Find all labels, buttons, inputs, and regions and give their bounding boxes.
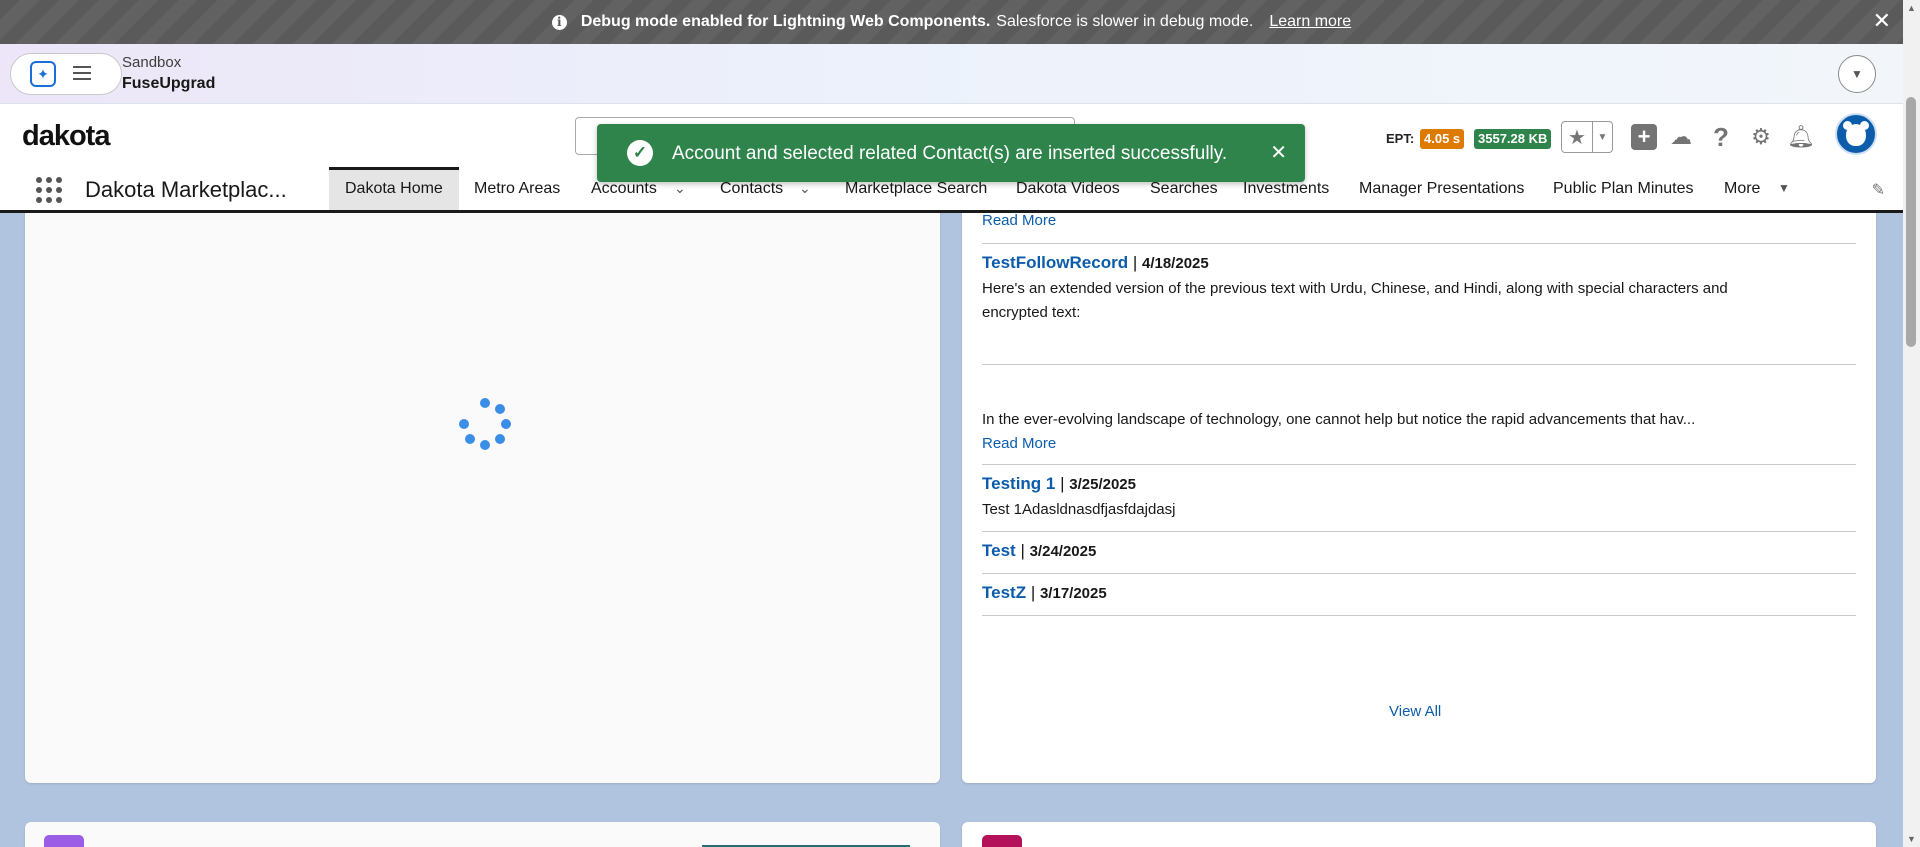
debug-banner-title: Debug mode enabled for Lightning Web Com… xyxy=(580,13,991,30)
feed-item-title: Testing 1 | 3/25/2025 xyxy=(982,474,1136,494)
feed-item-line: Here's an extended version of the previo… xyxy=(982,280,1728,297)
card-icon xyxy=(44,835,84,847)
view-all-link[interactable]: View All xyxy=(1389,703,1441,720)
feed-item-link[interactable]: TestZ xyxy=(982,583,1026,602)
feed-item-text: In the ever-evolving landscape of techno… xyxy=(982,411,1696,428)
sandbox-label: Sandbox xyxy=(122,54,182,71)
info-icon: i xyxy=(551,14,567,30)
tab-public-plan-minutes[interactable]: Public Plan Minutes xyxy=(1553,167,1694,210)
feed-item-date: 3/24/2025 xyxy=(1029,543,1097,560)
card-icon xyxy=(982,835,1022,847)
divider xyxy=(982,573,1856,574)
feed-item-title: TestFollowRecord | 4/18/2025 xyxy=(982,253,1209,273)
divider xyxy=(982,243,1856,244)
app-launcher-pill[interactable]: ✦ xyxy=(10,53,122,95)
feed-item-date: 3/25/2025 xyxy=(1069,476,1136,493)
feed-item-title: Test | 3/24/2025 xyxy=(982,541,1096,561)
pencil-icon[interactable]: ✎ xyxy=(1872,180,1885,200)
debug-banner-text: Salesforce is slower in debug mode. xyxy=(996,13,1254,30)
tab-more[interactable]: More xyxy=(1724,167,1760,210)
toast-message: Account and selected related Contact(s) … xyxy=(672,143,1228,164)
scrollbar[interactable]: ▲ ▼ xyxy=(1903,0,1920,847)
loading-spinner xyxy=(459,398,511,450)
favorites-group: ★ ▼ xyxy=(1561,121,1613,153)
bell-icon[interactable]: 🔔︎ xyxy=(1787,124,1815,150)
gear-icon[interactable]: ⚙ xyxy=(1748,124,1774,150)
chevron-down-icon[interactable]: ▼ xyxy=(1593,122,1612,152)
close-icon[interactable]: ✕ xyxy=(1270,140,1287,165)
scrollbar-thumb[interactable] xyxy=(1906,97,1916,347)
star-icon[interactable]: ★ xyxy=(1562,122,1593,152)
read-more-link[interactable]: Read More xyxy=(982,212,1056,229)
feed-item-link[interactable]: Testing 1 xyxy=(982,474,1055,493)
feed-item-link[interactable]: TestFollowRecord xyxy=(982,253,1128,272)
sandbox-name: FuseUpgrad xyxy=(122,75,216,92)
app-name: Dakota Marketplac... xyxy=(85,177,287,202)
bottom-right-card xyxy=(962,822,1876,847)
success-toast: ✓ Account and selected related Contact(s… xyxy=(597,124,1305,182)
separator: | xyxy=(1132,253,1138,272)
debug-banner: i Debug mode enabled for Lightning Web C… xyxy=(0,0,1903,44)
logo: dakota xyxy=(22,120,110,152)
feed-item-date: 3/17/2025 xyxy=(1039,585,1107,602)
feed-item-link[interactable]: Test xyxy=(982,541,1016,560)
bottom-left-card xyxy=(25,822,940,847)
sandbox-bar: ✦ Sandbox FuseUpgrad ▼ xyxy=(0,44,1903,104)
separator: | xyxy=(1020,541,1025,560)
left-panel xyxy=(25,200,940,783)
ept-time-badge: 4.05 s xyxy=(1420,129,1465,149)
feed-item-line: encrypted text: xyxy=(982,304,1081,321)
avatar[interactable] xyxy=(1835,113,1877,155)
app-launcher-icon[interactable] xyxy=(36,177,62,203)
feed-item-title: TestZ | 3/17/2025 xyxy=(982,583,1107,603)
chevron-down-icon[interactable]: ▼ xyxy=(1838,55,1876,93)
separator: | xyxy=(1060,474,1065,493)
read-more-link[interactable]: Read More xyxy=(982,435,1056,452)
trailhead-icon[interactable]: ☁ xyxy=(1668,124,1694,150)
feed-item-text: Here's an extended version of the previo… xyxy=(982,277,1862,325)
menu-icon[interactable] xyxy=(73,66,91,80)
caret-down-icon[interactable]: ▼ xyxy=(1778,181,1790,195)
ept-size-badge: 3557.28 KB xyxy=(1474,129,1552,149)
feed-item-text: Test 1Adasldnasdfjasfdajdasj xyxy=(982,501,1176,518)
tab-metro-areas[interactable]: Metro Areas xyxy=(474,167,560,210)
divider xyxy=(982,615,1856,616)
chevron-down-icon[interactable]: ⌄ xyxy=(799,180,811,197)
divider xyxy=(982,464,1856,465)
divider xyxy=(982,364,1856,365)
feed-item-date: 4/18/2025 xyxy=(1141,255,1209,272)
help-icon[interactable]: ? xyxy=(1708,122,1734,152)
scroll-down-icon[interactable]: ▼ xyxy=(1907,834,1916,844)
chevron-down-icon[interactable]: ⌄ xyxy=(674,180,686,197)
success-check-icon: ✓ xyxy=(627,140,653,166)
tab-dakota-home[interactable]: Dakota Home xyxy=(329,167,459,210)
close-icon[interactable]: ✕ xyxy=(1873,10,1891,32)
scroll-up-icon[interactable]: ▲ xyxy=(1907,3,1916,13)
divider xyxy=(982,531,1856,532)
agent-sparkle-icon[interactable]: ✦ xyxy=(30,61,56,87)
ept-label: EPT: xyxy=(1386,131,1415,146)
learn-more-link[interactable]: Learn more xyxy=(1269,13,1351,31)
separator: | xyxy=(1030,583,1036,602)
add-icon[interactable]: + xyxy=(1631,124,1657,150)
tab-manager-presentations[interactable]: Manager Presentations xyxy=(1359,167,1524,210)
